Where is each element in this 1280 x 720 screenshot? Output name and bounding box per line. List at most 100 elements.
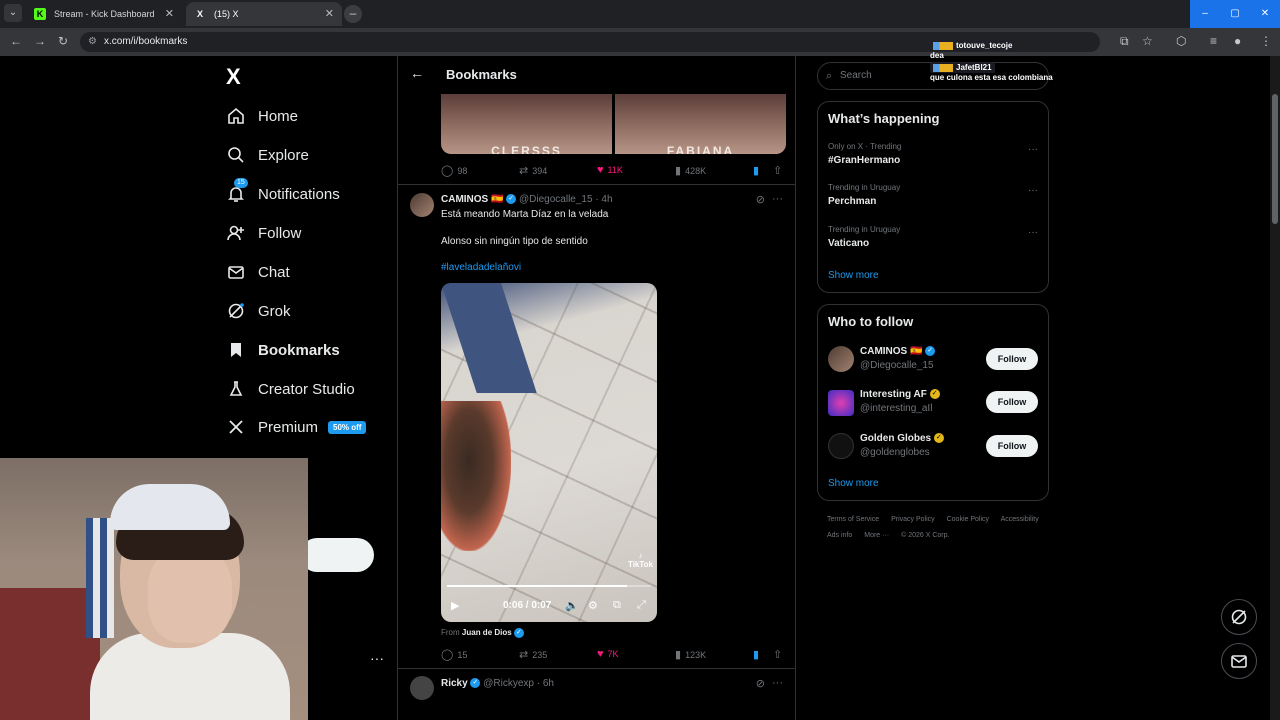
tweet-video[interactable]: ♪ TikTok ▶ 0:06 / 0:07 🔈 ⚙ ⧉ ⤢ <box>441 283 657 622</box>
extensions-icon[interactable]: ⬡ <box>1176 34 1186 48</box>
play-icon[interactable]: ▶ <box>451 599 459 612</box>
tweet-author-name[interactable]: CAMINOS 🇪🇸 <box>441 194 503 205</box>
new-tab-button[interactable]: – <box>344 5 362 23</box>
bookmarks-feed: ← Bookmarks CLERSSS FABIANA ◯ 98 ⇄ 394 ♥ 11… <box>397 56 796 720</box>
sidebar-item-chat[interactable]: Chat <box>226 258 290 286</box>
like-button[interactable]: ♥ 11K <box>597 164 623 176</box>
tweet-header: CAMINOS 🇪🇸 ✓ @Diegocalle_15 · 4h <box>441 194 613 205</box>
sidebar-item-follow[interactable]: Follow <box>226 219 301 247</box>
back-arrow-icon[interactable]: ← <box>410 65 424 81</box>
sidebar-item-premium[interactable]: Premium 50% off <box>226 413 367 441</box>
bookmark-icon <box>226 340 246 360</box>
follow-button[interactable]: Follow <box>986 435 1038 457</box>
more-options-icon[interactable]: ··· <box>1028 144 1038 155</box>
media-icon[interactable]: ≡ <box>1210 34 1217 48</box>
sidebar-item-creator-studio[interactable]: Creator Studio <box>226 375 355 403</box>
from-author[interactable]: Juan de Dios <box>462 628 512 637</box>
tweet-author-name[interactable]: Ricky <box>441 678 468 689</box>
url-text: x.com/i/bookmarks <box>104 36 188 47</box>
reload-icon[interactable]: ↻ <box>58 34 68 48</box>
more-options-icon[interactable]: ··· <box>1028 227 1038 238</box>
volume-icon[interactable]: 🔈 <box>565 599 579 612</box>
account-name[interactable]: Interesting AF ✓ <box>860 389 940 400</box>
tab-search-icon[interactable]: ⌄ <box>4 4 22 22</box>
grok-floating-button[interactable] <box>1221 599 1257 635</box>
avatar[interactable] <box>828 390 854 416</box>
repost-button[interactable]: ⇄ 235 <box>519 648 547 661</box>
tweet-image[interactable]: FABIANA <box>615 94 786 154</box>
cast-icon[interactable]: ⧉ <box>1120 34 1129 49</box>
account-name[interactable]: CAMINOS 🇪🇸 ✓ <box>860 346 936 357</box>
footer-link[interactable]: More ··· <box>864 532 889 539</box>
tweet-time[interactable]: · 6h <box>537 678 554 689</box>
footer-link[interactable]: Privacy Policy <box>891 516 935 523</box>
repost-button[interactable]: ⇄ 394 <box>519 164 547 177</box>
like-button[interactable]: ♥ 7K <box>597 648 619 660</box>
more-options-icon[interactable]: ··· <box>1028 185 1038 196</box>
account-name[interactable]: Golden Globes ✓ <box>860 433 944 444</box>
sidebar-item-label: Notifications <box>258 185 340 203</box>
tweet-author-handle[interactable]: @Diegocalle_15 <box>519 194 593 205</box>
profile-avatar[interactable]: ● <box>1234 34 1241 48</box>
scrollbar-thumb[interactable] <box>1272 94 1278 224</box>
chat-text: dea <box>930 51 944 60</box>
page-title: Bookmarks <box>446 67 517 82</box>
reply-button[interactable]: ◯ 15 <box>441 648 467 661</box>
site-info-icon[interactable]: ⚙ <box>88 32 97 52</box>
footer-link[interactable]: Accessibility <box>1001 516 1039 523</box>
sidebar-item-home[interactable]: Home <box>226 102 298 130</box>
reply-button[interactable]: ◯ 98 <box>441 164 467 177</box>
footer-link[interactable]: Ads info <box>827 532 852 539</box>
more-options-icon[interactable]: ··· <box>772 677 783 689</box>
sidebar-item-grok[interactable]: Grok <box>226 297 291 325</box>
avatar[interactable] <box>410 676 434 700</box>
forward-icon[interactable]: → <box>34 34 46 48</box>
fullscreen-icon[interactable]: ⤢ <box>637 599 646 612</box>
picture-in-picture-icon[interactable]: ⧉ <box>613 599 621 612</box>
views-button[interactable]: ▮ 428K <box>675 164 706 177</box>
close-tab-icon[interactable]: ✕ <box>325 2 334 26</box>
avatar[interactable] <box>828 346 854 372</box>
maximize-button[interactable]: ▢ <box>1220 0 1250 28</box>
minimize-button[interactable]: – <box>1190 0 1220 28</box>
follow-button[interactable]: Follow <box>986 348 1038 370</box>
bookmark-button[interactable]: ▮ <box>753 648 759 661</box>
close-tab-icon[interactable]: ✕ <box>165 2 174 26</box>
tweet-image[interactable]: CLERSSS <box>441 94 612 154</box>
tab-kick-dashboard[interactable]: K Stream - Kick Dashboard ✕ <box>26 2 182 26</box>
page-scrollbar[interactable] <box>1270 56 1280 720</box>
bookmark-button[interactable]: ▮ <box>753 164 759 177</box>
footer-link[interactable]: Terms of Service <box>827 516 879 523</box>
share-button[interactable]: ⇧ <box>773 648 782 661</box>
show-more-link[interactable]: Show more <box>828 270 879 281</box>
previous-tweet-images[interactable]: CLERSSS FABIANA <box>441 94 786 154</box>
x-logo[interactable]: X <box>226 64 241 90</box>
avatar[interactable] <box>410 193 434 217</box>
hashtag-link[interactable]: #laveladadelañovi <box>441 262 521 273</box>
grok-icon[interactable]: ⊘ <box>756 193 765 206</box>
messages-floating-button[interactable] <box>1221 643 1257 679</box>
sidebar-item-notifications[interactable]: 15 Notifications <box>226 178 340 208</box>
sidebar-item-bookmarks[interactable]: Bookmarks <box>226 336 340 364</box>
video-progress-bar[interactable] <box>447 585 651 587</box>
menu-icon[interactable]: ⋮ <box>1260 34 1272 48</box>
views-button[interactable]: ▮ 123K <box>675 648 706 661</box>
account-menu-icon[interactable]: ··· <box>370 650 384 666</box>
star-icon[interactable]: ☆ <box>1142 34 1153 48</box>
back-icon[interactable]: ← <box>10 34 22 48</box>
tweet-time[interactable]: · 4h <box>595 194 612 205</box>
footer-links: Terms of Service Privacy Policy Cookie P… <box>827 512 1049 544</box>
footer-link[interactable]: Cookie Policy <box>947 516 989 523</box>
tweet-author-handle[interactable]: @Rickyexp <box>483 678 534 689</box>
settings-icon[interactable]: ⚙ <box>588 599 598 612</box>
more-options-icon[interactable]: ··· <box>772 193 783 205</box>
close-window-button[interactable]: ✕ <box>1250 0 1280 28</box>
share-button[interactable]: ⇧ <box>773 164 782 177</box>
grok-icon[interactable]: ⊘ <box>756 677 765 690</box>
golden-globes-logo[interactable] <box>828 433 854 459</box>
follow-button[interactable]: Follow <box>986 391 1038 413</box>
post-button[interactable] <box>300 538 374 572</box>
sidebar-item-explore[interactable]: Explore <box>226 141 309 169</box>
show-more-link[interactable]: Show more <box>828 478 879 489</box>
tab-x[interactable]: X (15) X ✕ <box>186 2 342 26</box>
